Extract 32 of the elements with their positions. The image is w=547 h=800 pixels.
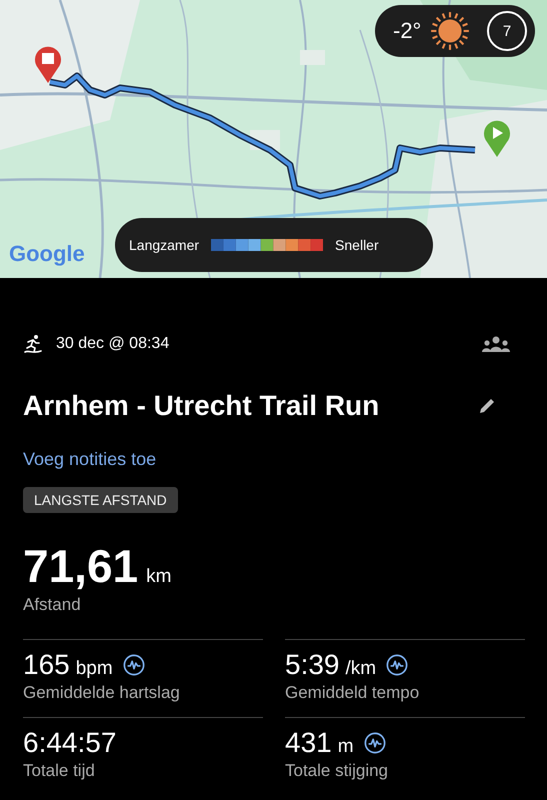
stat-unit: m (338, 736, 354, 758)
add-notes-link[interactable]: Voeg notities toe (23, 449, 156, 470)
slower-label: Langzamer (129, 237, 200, 253)
stat-unit: /km (346, 659, 376, 680)
chart-icon[interactable] (364, 732, 386, 754)
start-pin-icon (483, 120, 511, 158)
faster-label: Sneller (335, 237, 379, 253)
chart-icon[interactable] (386, 654, 408, 676)
runner-icon (23, 334, 43, 354)
stat-label: Totale tijd (23, 760, 96, 781)
temperature: -2° (393, 18, 422, 44)
edit-icon[interactable] (477, 396, 497, 416)
distance-label: Afstand (23, 595, 82, 615)
stat-unit: bpm (76, 659, 113, 680)
stat-label: Gemiddelde hartslag (23, 682, 181, 703)
uv-index-dial: 7 (487, 11, 527, 51)
google-attribution: Google (9, 241, 85, 267)
stat-value: 6:44:57 (23, 728, 116, 759)
record-badge: LANGSTE AFSTAND (23, 487, 178, 513)
finish-pin-icon (34, 46, 62, 84)
stat-label: Totale stijging (285, 760, 390, 781)
activity-date: 30 dec @ 08:34 (56, 335, 170, 353)
stat-value: 431 (285, 728, 332, 759)
distance-unit: km (146, 566, 172, 588)
group-icon[interactable] (482, 336, 510, 352)
chart-icon[interactable] (122, 654, 145, 676)
stat-value: 5:39 (285, 650, 340, 681)
activity-title: Arnhem - Utrecht Trail Run (23, 390, 380, 422)
stat-value: 165 (23, 650, 70, 681)
stat-label: Gemiddeld tempo (285, 682, 420, 703)
sun-icon (429, 10, 472, 52)
distance-value: 71,61 (23, 539, 138, 593)
